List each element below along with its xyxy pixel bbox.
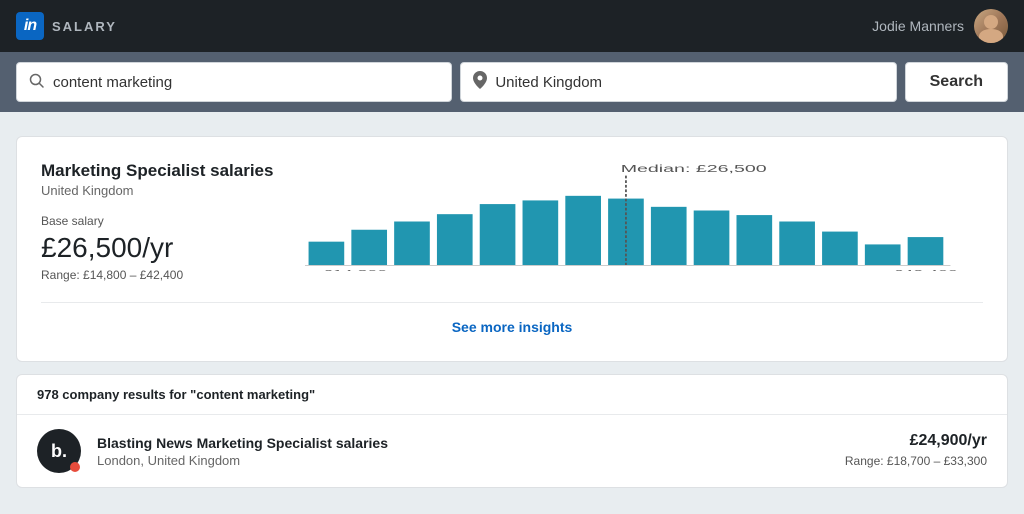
header-logo-area: in SALARY: [16, 12, 117, 40]
search-icon: [29, 73, 45, 92]
header: in SALARY Jodie Manners: [0, 0, 1024, 52]
location-input-wrapper: [460, 62, 896, 102]
company-logo: b.: [37, 429, 81, 473]
chart-svg: Median: £26,500: [305, 161, 983, 271]
base-salary-label: Base salary: [41, 214, 273, 228]
company-name: Blasting News Marketing Specialist salar…: [97, 435, 829, 451]
results-query: "content marketing": [190, 387, 315, 402]
main-content: Marketing Specialist salaries United Kin…: [0, 112, 1024, 512]
svg-text:£14,800: £14,800: [323, 269, 388, 271]
avatar-image: [974, 9, 1008, 43]
salary-title: Marketing Specialist salaries: [41, 161, 273, 181]
company-salary-amount: £24,900/yr: [845, 432, 987, 450]
salary-chart: Median: £26,500: [305, 161, 983, 271]
svg-text:Median: £26,500: Median: £26,500: [621, 164, 767, 175]
company-logo-dot: [70, 462, 80, 472]
company-salary-range: Range: £18,700 – £33,300: [845, 454, 987, 468]
query-input-wrapper: [16, 62, 452, 102]
salary-info: Marketing Specialist salaries United Kin…: [41, 161, 273, 282]
location-icon: [473, 71, 487, 94]
location-input[interactable]: [495, 74, 883, 91]
salary-range: Range: £14,800 – £42,400: [41, 268, 273, 282]
see-more-section: See more insights: [41, 302, 983, 337]
salary-location: United Kingdom: [41, 183, 273, 198]
salary-card-body: Marketing Specialist salaries United Kin…: [41, 161, 983, 282]
salary-card: Marketing Specialist salaries United Kin…: [16, 136, 1008, 362]
header-user-area: Jodie Manners: [872, 9, 1008, 43]
query-input[interactable]: [53, 74, 439, 91]
company-location: London, United Kingdom: [97, 453, 829, 468]
user-name: Jodie Manners: [872, 18, 964, 34]
see-more-insights-link[interactable]: See more insights: [452, 319, 573, 335]
company-logo-letter: b.: [51, 441, 67, 462]
avatar[interactable]: [974, 9, 1008, 43]
search-button[interactable]: Search: [905, 62, 1008, 102]
salary-amount: £26,500/yr: [41, 232, 273, 264]
company-info: Blasting News Marketing Specialist salar…: [97, 435, 829, 468]
search-bar: Search: [0, 52, 1024, 112]
results-card: 978 company results for "content marketi…: [16, 374, 1008, 488]
salary-label: SALARY: [52, 19, 117, 34]
svg-text:£42,400: £42,400: [894, 269, 959, 271]
results-count-text: 978 company results for "content marketi…: [37, 387, 315, 402]
company-result[interactable]: b. Blasting News Marketing Specialist sa…: [17, 415, 1007, 487]
company-salary: £24,900/yr Range: £18,700 – £33,300: [845, 432, 987, 470]
linkedin-logo: in: [16, 12, 44, 40]
results-header: 978 company results for "content marketi…: [17, 375, 1007, 415]
